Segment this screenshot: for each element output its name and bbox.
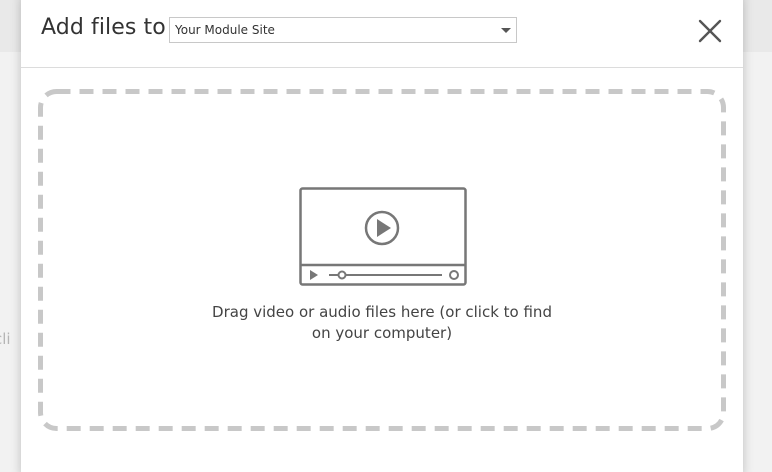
- background-text: cli: [0, 330, 11, 348]
- file-drop-zone[interactable]: Drag video or audio files here (or click…: [38, 89, 726, 431]
- chevron-down-icon: [501, 28, 511, 33]
- add-files-dialog: Add files to Your Module Site Drag video…: [21, 0, 743, 472]
- site-select-value: Your Module Site: [175, 23, 275, 37]
- video-player-icon: [299, 187, 467, 286]
- site-select-dropdown[interactable]: Your Module Site: [169, 17, 517, 43]
- close-icon: [698, 19, 722, 43]
- close-button[interactable]: [696, 17, 724, 45]
- drop-zone-text-line1: Drag video or audio files here (or click…: [212, 303, 552, 321]
- drop-zone-instructions: Drag video or audio files here (or click…: [182, 302, 582, 344]
- dialog-header: Add files to Your Module Site: [21, 0, 743, 68]
- dialog-title: Add files to: [41, 15, 166, 40]
- drop-zone-text-line2: on your computer): [311, 324, 453, 342]
